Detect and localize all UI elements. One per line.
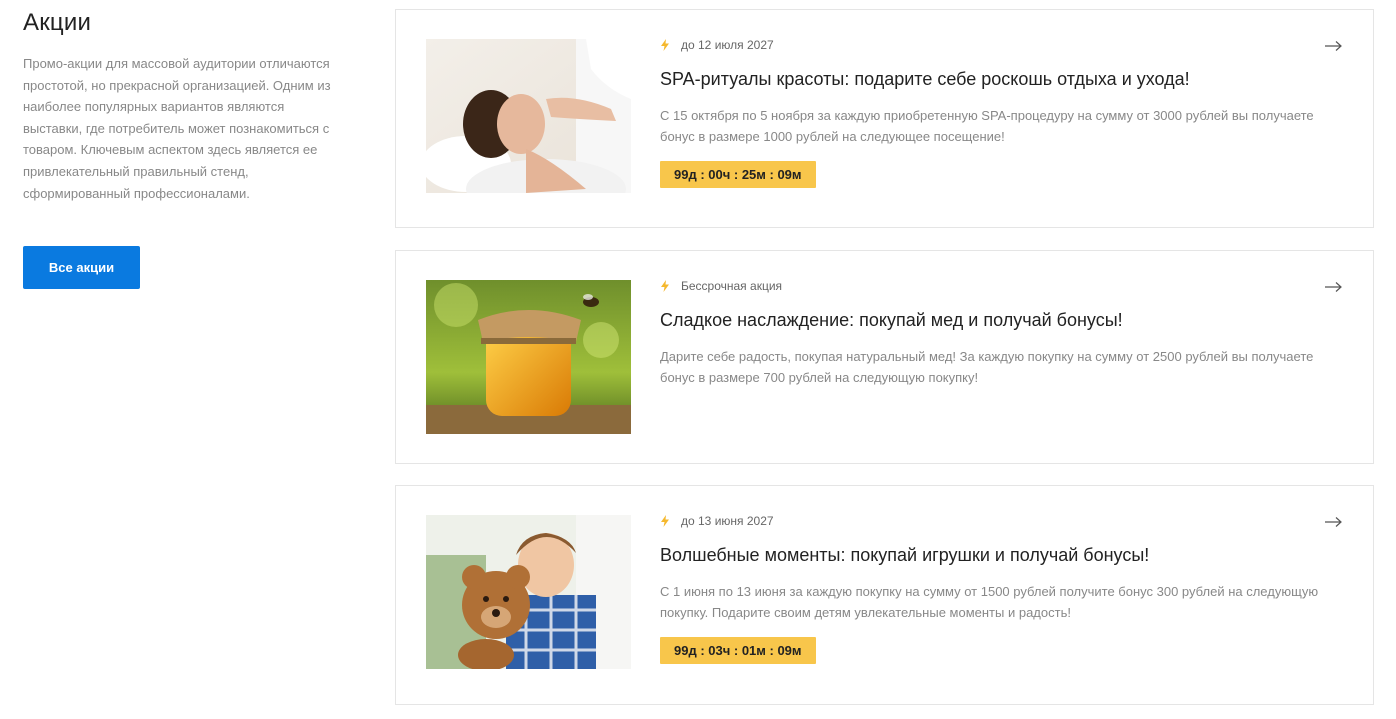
promo-image-spa[interactable] — [426, 39, 631, 193]
promo-title[interactable]: Сладкое наслаждение: покупай мед и получ… — [660, 308, 1320, 332]
promo-image-toys[interactable] — [426, 515, 631, 669]
promo-card[interactable]: до 13 июня 2027 Волшебные моменты: покуп… — [395, 485, 1374, 705]
sidebar: Акции Промо-акции для массовой аудитории… — [23, 8, 343, 289]
promo-date: до 12 июля 2027 — [681, 38, 774, 52]
promo-image-honey[interactable] — [426, 280, 631, 434]
promo-meta: Бессрочная акция — [660, 278, 1320, 294]
lightning-icon — [661, 39, 669, 51]
promo-meta: до 13 июня 2027 — [660, 513, 1320, 529]
all-promos-button[interactable]: Все акции — [23, 246, 140, 289]
promo-countdown: 99д : 00ч : 25м : 09м — [660, 161, 816, 188]
page-title: Акции — [23, 9, 92, 36]
promo-date: до 13 июня 2027 — [681, 514, 774, 528]
promo-card[interactable]: до 12 июля 2027 SPA-ритуалы красоты: под… — [395, 9, 1374, 228]
arrow-right-icon[interactable] — [1325, 281, 1343, 293]
promo-info: до 13 июня 2027 Волшебные моменты: покуп… — [660, 513, 1320, 664]
promo-description: Дарите себе радость, покупая натуральный… — [660, 349, 1314, 385]
promo-title[interactable]: SPA-ритуалы красоты: подарите себе роско… — [660, 67, 1320, 91]
promo-meta: до 12 июля 2027 — [660, 37, 1320, 53]
arrow-right-icon[interactable] — [1325, 516, 1343, 528]
promo-date: Бессрочная акция — [681, 279, 783, 293]
arrow-right-icon[interactable] — [1325, 40, 1343, 52]
promo-info: до 12 июля 2027 SPA-ритуалы красоты: под… — [660, 37, 1320, 188]
promo-card[interactable]: Бессрочная акция Сладкое наслаждение: по… — [395, 250, 1374, 464]
promo-title[interactable]: Волшебные моменты: покупай игрушки и пол… — [660, 543, 1320, 567]
promo-info: Бессрочная акция Сладкое наслаждение: по… — [660, 278, 1320, 388]
sidebar-description: Промо-акции для массовой аудитории отлич… — [23, 56, 331, 201]
lightning-icon — [661, 515, 669, 527]
promo-description: С 1 июня по 13 июня за каждую покупку на… — [660, 584, 1319, 620]
promo-description: С 15 октября по 5 ноября за каждую приоб… — [660, 108, 1314, 144]
promo-countdown: 99д : 03ч : 01м : 09м — [660, 637, 816, 664]
lightning-icon — [661, 280, 669, 292]
